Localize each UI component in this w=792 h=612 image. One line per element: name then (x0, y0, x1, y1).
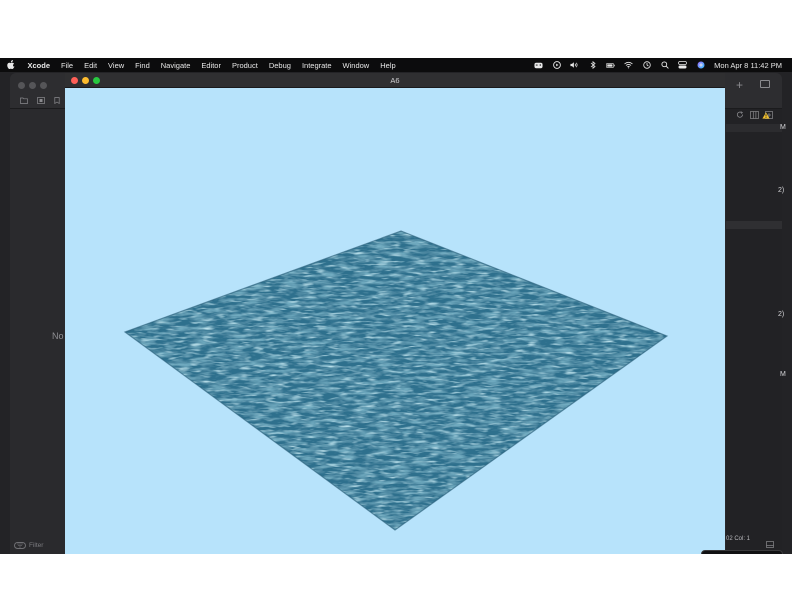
inspector-panel (726, 109, 782, 554)
columns-icon[interactable] (750, 111, 759, 121)
menu-editor[interactable]: Editor (196, 61, 227, 70)
filter-icon (14, 541, 26, 549)
desktop: Xcode File Edit View Find Navigate Edito… (0, 58, 792, 554)
menu-debug[interactable]: Debug (263, 61, 296, 70)
window-title: A6 (390, 76, 400, 85)
search-icon[interactable] (660, 61, 669, 69)
bluetooth-icon[interactable] (588, 61, 597, 69)
render-viewport[interactable] (65, 88, 725, 554)
screenshot-thumbnail[interactable] (701, 550, 783, 554)
refresh-icon[interactable] (736, 111, 744, 121)
menu-view[interactable]: View (103, 61, 130, 70)
menu-product[interactable]: Product (226, 61, 263, 70)
simulator-window: A6 (65, 73, 725, 554)
apple-logo-icon[interactable] (0, 59, 22, 71)
navigator-tabs (20, 97, 60, 106)
play-circle-icon[interactable] (552, 61, 561, 69)
inspector-row (726, 221, 782, 229)
navigator-filter[interactable]: Filter (14, 540, 58, 550)
xcode-zoom-button[interactable] (40, 82, 47, 89)
line-col-indicator: 02 Col: 1 (726, 536, 751, 542)
volume-icon[interactable] (570, 61, 579, 69)
folder-icon[interactable] (20, 97, 28, 106)
game-controller-icon[interactable] (534, 61, 543, 69)
inspector-text: M (780, 124, 786, 131)
inspector-row (726, 124, 782, 132)
menu-help[interactable]: Help (375, 61, 401, 70)
menu-window[interactable]: Window (337, 61, 375, 70)
siri-icon[interactable] (696, 61, 705, 69)
menu-edit[interactable]: Edit (79, 61, 103, 70)
sidebar-toggle-icon[interactable] (760, 80, 770, 88)
menu-find[interactable]: Find (130, 61, 156, 70)
inspector-text: 2) (778, 311, 785, 318)
inspector-text: 2) (778, 187, 785, 194)
control-center-icon[interactable] (678, 61, 688, 69)
filter-placeholder: Filter (29, 541, 44, 549)
source-control-icon[interactable] (37, 97, 45, 106)
menu-file[interactable]: File (56, 61, 79, 70)
bookmark-icon[interactable] (54, 97, 60, 106)
battery-icon[interactable] (606, 61, 615, 69)
status-area: Mon Apr 8 11:42 PM (534, 58, 782, 72)
clock-icon[interactable] (642, 61, 651, 69)
menubar-datetime[interactable]: Mon Apr 8 11:42 PM (714, 61, 782, 70)
inspector-text: M (780, 371, 786, 378)
menu-app-name[interactable]: Xcode (22, 61, 56, 70)
xcode-close-button[interactable] (18, 82, 25, 89)
menu-navigate[interactable]: Navigate (155, 61, 196, 70)
simulator-titlebar: A6 (65, 73, 725, 88)
xcode-minimize-button[interactable] (29, 82, 36, 89)
menu-bar: Xcode File Edit View Find Navigate Edito… (0, 58, 792, 72)
wifi-icon[interactable] (624, 61, 633, 69)
add-icon[interactable]: + (736, 78, 743, 92)
menu-integrate[interactable]: Integrate (296, 61, 337, 70)
water-surface (123, 230, 669, 531)
no-selection-label: No (52, 331, 64, 341)
water-highlights (125, 231, 667, 530)
warning-icon[interactable] (762, 112, 770, 121)
